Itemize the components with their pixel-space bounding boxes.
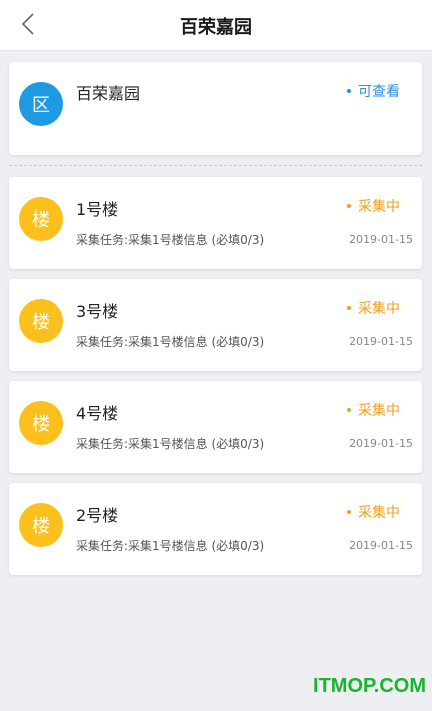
building-name: 3号楼 — [76, 302, 119, 321]
status-dot-icon — [347, 89, 351, 93]
status-badge: 采集中 — [347, 298, 400, 318]
community-avatar: 区 — [19, 82, 63, 126]
status-badge: 可查看 — [347, 81, 400, 101]
status-dot-icon — [347, 408, 351, 412]
building-avatar: 楼 — [19, 299, 63, 343]
building-card[interactable]: 楼 1号楼 采集中 采集任务:采集1号楼信息 (必填0/3) 2019-01-1… — [9, 177, 422, 269]
building-card[interactable]: 楼 2号楼 采集中 采集任务:采集1号楼信息 (必填0/3) 2019-01-1… — [9, 483, 422, 575]
task-date: 2019-01-15 — [349, 233, 413, 246]
building-avatar: 楼 — [19, 197, 63, 241]
building-name: 4号楼 — [76, 404, 119, 423]
status-badge: 采集中 — [347, 400, 400, 420]
status-label: 采集中 — [358, 301, 400, 317]
building-avatar: 楼 — [19, 401, 63, 445]
dashed-divider — [9, 165, 422, 166]
task-description: 采集任务:采集1号楼信息 (必填0/3) — [76, 233, 265, 247]
community-card[interactable]: 区 百荣嘉园 可查看 — [9, 62, 422, 155]
watermark: ITMOP.COM — [313, 675, 426, 697]
building-card[interactable]: 楼 4号楼 采集中 采集任务:采集1号楼信息 (必填0/3) 2019-01-1… — [9, 381, 422, 473]
task-date: 2019-01-15 — [349, 539, 413, 552]
status-label: 可查看 — [358, 84, 400, 100]
page-title: 百荣嘉园 — [180, 17, 252, 38]
task-date: 2019-01-15 — [349, 437, 413, 450]
building-card[interactable]: 楼 3号楼 采集中 采集任务:采集1号楼信息 (必填0/3) 2019-01-1… — [9, 279, 422, 371]
community-name: 百荣嘉园 — [76, 84, 141, 103]
top-bar: 百荣嘉园 — [0, 0, 432, 51]
status-dot-icon — [347, 306, 351, 310]
status-dot-icon — [347, 204, 351, 208]
status-badge: 采集中 — [347, 196, 400, 216]
building-name: 1号楼 — [76, 200, 119, 219]
status-label: 采集中 — [358, 505, 400, 521]
status-label: 采集中 — [358, 199, 400, 215]
task-description: 采集任务:采集1号楼信息 (必填0/3) — [76, 335, 265, 349]
task-description: 采集任务:采集1号楼信息 (必填0/3) — [76, 437, 265, 451]
task-description: 采集任务:采集1号楼信息 (必填0/3) — [76, 539, 265, 553]
status-label: 采集中 — [358, 403, 400, 419]
task-date: 2019-01-15 — [349, 335, 413, 348]
status-dot-icon — [347, 510, 351, 514]
status-badge: 采集中 — [347, 502, 400, 522]
building-avatar: 楼 — [19, 503, 63, 547]
building-name: 2号楼 — [76, 506, 119, 525]
